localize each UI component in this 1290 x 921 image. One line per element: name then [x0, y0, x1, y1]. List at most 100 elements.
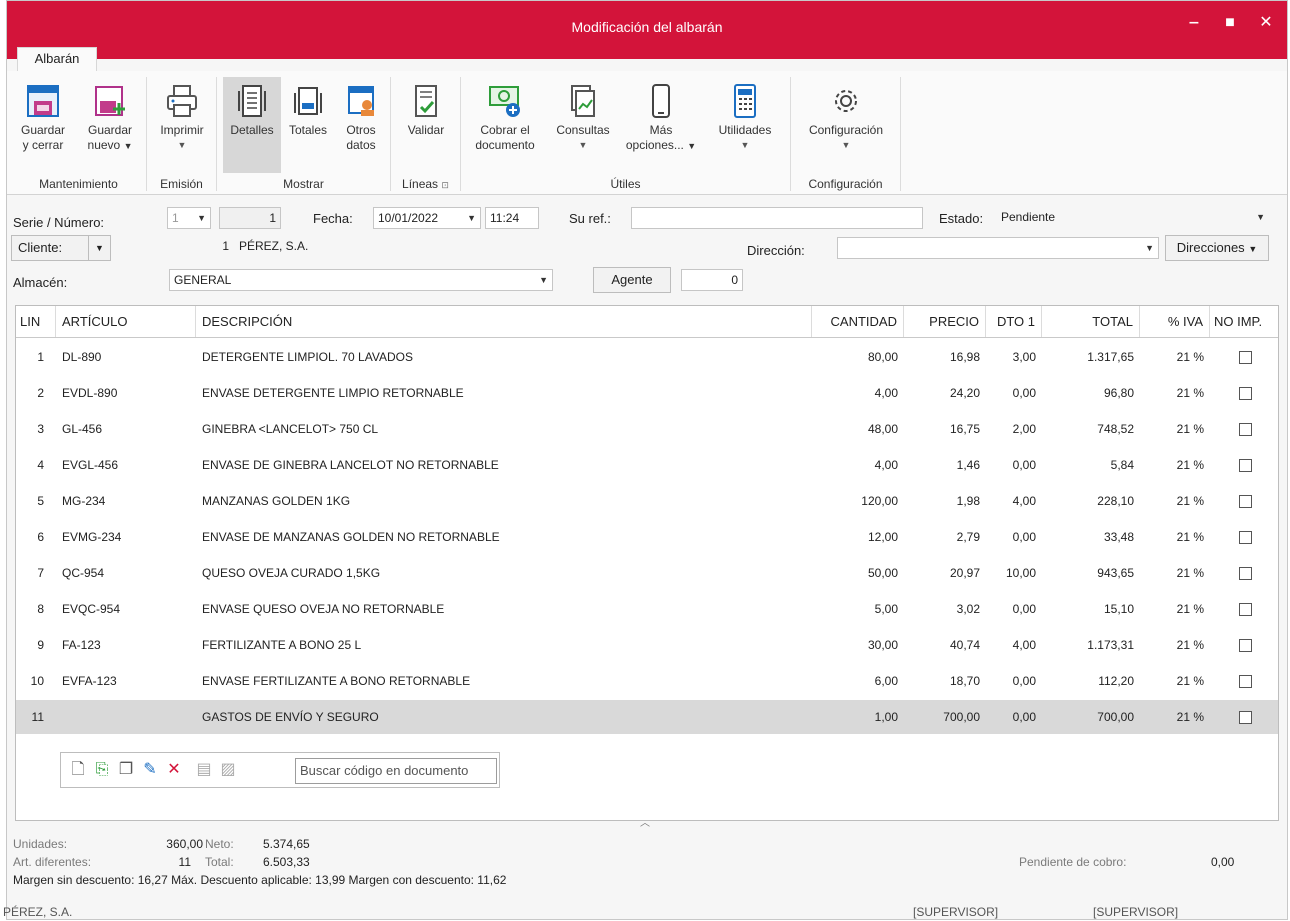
chevron-down-icon: ▼ [1145, 243, 1154, 253]
col-dto1[interactable]: DTO 1 [986, 306, 1042, 337]
col-total[interactable]: TOTAL [1042, 306, 1140, 337]
serie-select[interactable]: 1 ▼ [167, 207, 211, 229]
cell-dto: 0,00 [1012, 602, 1036, 616]
col-descripcion[interactable]: DESCRIPCIÓN [196, 306, 812, 337]
no-imp-checkbox[interactable] [1238, 495, 1252, 509]
group-label: Configuración [808, 177, 883, 191]
imprimir-button[interactable]: Imprimir ▼ [151, 77, 213, 173]
estado-select[interactable]: Pendiente ▼ [997, 207, 1269, 229]
image-icon[interactable]: ▨ [219, 761, 237, 779]
guardar-cerrar-button[interactable]: Guardar y cerrar [13, 77, 73, 173]
mas-opciones-button[interactable]: Más opciones... ▼ [621, 77, 701, 173]
table-row[interactable]: 3 GL-456 GINEBRA <LANCELOT> 750 CL 48,00 16,… [16, 412, 1278, 446]
label: Guardar [20, 123, 66, 137]
no-imp-checkbox[interactable] [1238, 567, 1252, 581]
cliente-code-input[interactable]: 1 [169, 236, 233, 258]
no-imp-checkbox[interactable] [1238, 423, 1252, 437]
label: Guardar [87, 123, 133, 137]
maximize-icon[interactable]: ■ [1215, 11, 1245, 35]
label: Validar [407, 123, 445, 137]
col-iva[interactable]: % IVA [1140, 306, 1210, 337]
agente-input[interactable]: 0 [681, 269, 743, 291]
col-lin[interactable]: LIN [16, 306, 56, 337]
new-line-icon[interactable]: 🗋 [69, 761, 87, 779]
col-cantidad[interactable]: CANTIDAD [812, 306, 904, 337]
search-code-input[interactable]: Buscar código en documento [295, 758, 497, 784]
table-row[interactable]: 6 EVMG-234 ENVASE DE MANZANAS GOLDEN NO RE… [16, 520, 1278, 554]
dialog-launcher-icon[interactable]: ⊡ [441, 180, 449, 190]
validar-button[interactable]: Validar [397, 77, 455, 173]
no-imp-checkbox[interactable] [1238, 639, 1252, 653]
table-row[interactable]: 4 EVGL-456 ENVASE DE GINEBRA LANCELOT NO R… [16, 448, 1278, 482]
suref-input[interactable] [631, 207, 923, 229]
detalles-button[interactable]: Detalles [223, 77, 281, 173]
no-imp-checkbox[interactable] [1238, 351, 1252, 365]
cobrar-documento-button[interactable]: Cobrar el documento [465, 77, 545, 173]
no-imp-checkbox[interactable] [1238, 711, 1252, 725]
delete-icon[interactable]: ✕ [165, 761, 183, 779]
group-label: Emisión [160, 177, 203, 191]
hora-input[interactable]: 11:24 [485, 207, 539, 229]
no-imp-checkbox[interactable] [1238, 387, 1252, 401]
col-articulo[interactable]: ARTÍCULO [56, 306, 196, 337]
edit-line-icon[interactable]: ✎ [141, 761, 159, 779]
serie-label: Serie / Número: [13, 215, 105, 230]
configuracion-button[interactable]: Configuración ▼ [795, 77, 897, 173]
minimize-icon[interactable]: ‒ [1179, 11, 1209, 35]
direcciones-label: Direcciones [1176, 240, 1245, 255]
neto-value: 5.374,65 [263, 837, 310, 851]
cell-precio: 700,00 [943, 710, 980, 724]
cell-no-imp [1210, 664, 1280, 698]
cliente-name: PÉREZ, S.A. [239, 239, 309, 253]
cell-lin: 4 [37, 458, 44, 472]
table-row[interactable]: 7 QC-954 QUESO OVEJA CURADO 1,5KG 50,00 20,9… [16, 556, 1278, 590]
group-configuracion: Configuración ▼ Configuración [791, 77, 901, 191]
cell-cantidad: 1,00 [874, 710, 898, 724]
almacen-select[interactable]: GENERAL ▼ [169, 269, 553, 291]
consultas-button[interactable]: Consultas ▼ [547, 77, 619, 173]
cell-articulo: EVMG-234 [62, 530, 122, 544]
label: Detalles [230, 123, 274, 137]
col-no-imp[interactable]: NO IMP. [1210, 306, 1280, 337]
direcciones-button[interactable]: Direcciones ▼ [1165, 235, 1269, 261]
reports-icon [571, 85, 595, 117]
table-row[interactable]: 5 MG-234 MANZANAS GOLDEN 1KG 120,00 1,98 4,00… [16, 484, 1278, 518]
save-close-icon [27, 85, 59, 117]
cell-iva: 21 % [1176, 710, 1204, 724]
table-row[interactable]: 10 EVFA-123 ENVASE FERTILIZANTE A BONO RET… [16, 664, 1278, 698]
copy-line-icon[interactable]: ❐ [117, 761, 135, 779]
table-row[interactable]: 9 FA-123 FERTILIZANTE A BONO 25 L 30,00 40,7… [16, 628, 1278, 662]
cell-dto: 0,00 [1012, 530, 1036, 544]
total-value: 6.503,33 [263, 855, 310, 869]
cell-cantidad: 50,00 [867, 566, 898, 580]
no-imp-checkbox[interactable] [1238, 531, 1252, 545]
fecha-input[interactable]: 10/01/2022 ▼ [373, 207, 481, 229]
cell-precio: 18,70 [949, 674, 980, 688]
cell-dto: 3,00 [1012, 350, 1036, 364]
no-imp-checkbox[interactable] [1238, 675, 1252, 689]
utilidades-button[interactable]: Utilidades ▼ [705, 77, 785, 173]
art-value: 11 [178, 855, 191, 869]
cliente-type-select[interactable]: Cliente: ▼ [11, 235, 111, 261]
no-imp-checkbox[interactable] [1238, 603, 1252, 617]
totales-button[interactable]: Totales [283, 77, 333, 173]
direccion-select[interactable]: ▼ [837, 237, 1159, 259]
guardar-nuevo-button[interactable]: Guardar nuevo ▼ [77, 77, 143, 173]
agente-button[interactable]: Agente [593, 267, 671, 293]
table-row[interactable]: 2 EVDL-890 ENVASE DETERGENTE LIMPIO RETORN… [16, 376, 1278, 410]
table-row[interactable]: 1 DL-890 DETERGENTE LIMPIOL. 70 LAVADOS 80,… [16, 340, 1278, 374]
no-imp-checkbox[interactable] [1238, 459, 1252, 473]
otros-datos-button[interactable]: Otros datos [335, 77, 387, 173]
insert-line-icon[interactable]: ⎘ [93, 761, 111, 779]
unidades-label: Unidades: [13, 837, 68, 851]
chevron-down-icon: ▼ [841, 140, 851, 150]
window-title: Modificación del albarán [571, 19, 723, 35]
numero-input[interactable]: 1 [219, 207, 281, 229]
cell-precio: 24,20 [949, 386, 980, 400]
table-row[interactable]: 11 GASTOS DE ENVÍO Y SEGURO 1,00 700,00 0,00… [16, 700, 1278, 734]
table-row[interactable]: 8 EVQC-954 ENVASE QUESO OVEJA NO RETORNABL… [16, 592, 1278, 626]
document-icon[interactable]: ▤ [195, 761, 213, 779]
close-icon[interactable]: ✕ [1251, 11, 1281, 35]
tab-albaran[interactable]: Albarán [17, 47, 97, 71]
col-precio[interactable]: PRECIO [904, 306, 986, 337]
